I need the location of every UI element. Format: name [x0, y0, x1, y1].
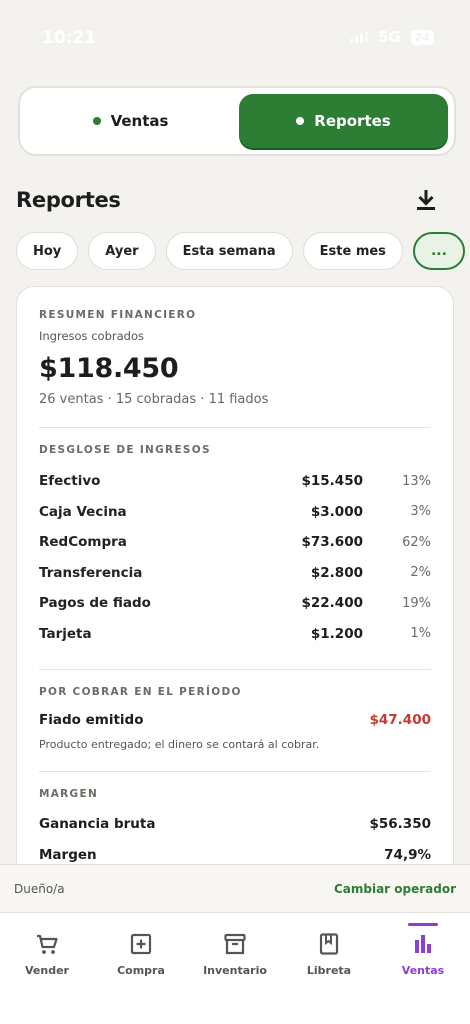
- margen-row-name: Ganancia bruta: [39, 815, 156, 832]
- bar-chart-icon: [415, 935, 431, 953]
- margen-row-value: 74,9%: [384, 846, 431, 863]
- desglose-row: Caja Vecina $3.000 3%: [39, 497, 431, 528]
- resumen-label: RESUMEN FINANCIERO: [39, 309, 197, 321]
- bottom-tab-bar: Vender Compra Inventario Libreta Ventas: [0, 912, 470, 1024]
- tab-label: Libreta: [306, 964, 352, 977]
- row-pct: 1%: [410, 626, 431, 642]
- tab-ventas[interactable]: Ventas: [376, 913, 470, 1024]
- mode-switcher: Ventas Reportes: [18, 86, 456, 156]
- header: Reportes: [16, 182, 440, 218]
- resumen-total: $118.450: [39, 353, 179, 384]
- margen-row-value: $56.350: [369, 815, 432, 832]
- archive-box-icon: [224, 933, 246, 955]
- row-amount: $2.800: [310, 564, 363, 581]
- row-amount: $1.200: [310, 625, 363, 642]
- chip-more[interactable]: ...: [412, 232, 465, 270]
- plus-square-icon: [130, 933, 152, 955]
- fiado-note: Producto entregado; el dinero se contará…: [39, 738, 320, 751]
- divider: [39, 669, 431, 670]
- download-icon[interactable]: [412, 186, 440, 214]
- row-name: Tarjeta: [39, 625, 92, 642]
- row-amount: $3.000: [310, 503, 363, 520]
- change-operator-button[interactable]: Cambiar operador: [334, 882, 456, 896]
- chip-este-mes[interactable]: Este mes: [302, 232, 403, 270]
- resumen-sub: Ingresos cobrados: [39, 329, 144, 343]
- divider: [39, 427, 431, 428]
- status-bar: 10:21 5G 24: [0, 0, 470, 78]
- tab-inventario[interactable]: Inventario: [188, 913, 282, 1024]
- signal-icon: [349, 31, 368, 43]
- row-name: Caja Vecina: [39, 503, 127, 520]
- tab-libreta[interactable]: Libreta: [282, 913, 376, 1024]
- reportes-tab[interactable]: Reportes: [239, 94, 448, 148]
- ventas-tab[interactable]: Ventas: [26, 94, 235, 148]
- resumen-meta: 26 ventas · 15 cobradas · 11 fiados: [39, 392, 269, 407]
- status-dot-icon: [92, 117, 101, 125]
- tab-label: Vender: [25, 964, 69, 977]
- row-amount: $15.450: [301, 473, 364, 490]
- desglose-list: Efectivo $15.450 13% Caja Vecina $3.000 …: [39, 466, 431, 649]
- reportes-tab-label: Reportes: [314, 112, 391, 130]
- desglose-row: RedCompra $73.600 62%: [39, 527, 431, 558]
- desglose-row: Efectivo $15.450 13%: [39, 466, 431, 497]
- network-label: 5G: [377, 28, 401, 46]
- divider: [39, 771, 431, 772]
- status-dot-icon: [296, 117, 305, 125]
- tab-vender[interactable]: Vender: [0, 913, 94, 1024]
- row-pct: 3%: [410, 504, 431, 520]
- row-pct: 19%: [402, 595, 431, 611]
- fiado-name: Fiado emitido: [39, 712, 144, 728]
- row-name: Pagos de fiado: [39, 595, 151, 612]
- status-icons: 5G 24: [349, 28, 434, 46]
- margen-label: MARGEN: [39, 788, 99, 800]
- margen-row-name: Margen: [39, 846, 97, 863]
- operator-role: Dueño/a: [14, 881, 65, 896]
- page-title: Reportes: [16, 188, 121, 212]
- row-name: Transferencia: [39, 564, 143, 581]
- book-icon: [319, 933, 339, 955]
- chip-esta-semana[interactable]: Esta semana: [165, 232, 293, 270]
- chip-hoy[interactable]: Hoy: [16, 232, 79, 270]
- desglose-label: DESGLOSE DE INGRESOS: [39, 444, 211, 456]
- report-card: RESUMEN FINANCIERO Ingresos cobrados $11…: [16, 286, 454, 886]
- tab-compra[interactable]: Compra: [94, 913, 188, 1024]
- tab-label: Compra: [117, 964, 165, 977]
- chip-ayer[interactable]: Ayer: [88, 232, 156, 270]
- period-filter-chips: Hoy Ayer Esta semana Este mes ...: [16, 232, 465, 270]
- row-pct: 62%: [402, 534, 431, 550]
- row-amount: $73.600: [301, 534, 364, 551]
- fiado-amount: $47.400: [369, 712, 432, 728]
- battery-icon: 24: [410, 29, 434, 45]
- row-pct: 13%: [402, 473, 431, 489]
- fiado-row: Fiado emitido $47.400: [39, 712, 431, 728]
- ventas-tab-label: Ventas: [110, 112, 169, 130]
- tab-label: Inventario: [203, 964, 267, 977]
- row-name: RedCompra: [39, 534, 127, 551]
- operator-bar: Dueño/a Cambiar operador: [0, 864, 470, 912]
- desglose-row: Transferencia $2.800 2%: [39, 558, 431, 589]
- margen-list: Ganancia bruta $56.350 Margen 74,9%: [39, 808, 431, 870]
- por-cobrar-label: POR COBRAR EN EL PERÍODO: [39, 686, 242, 698]
- row-amount: $22.400: [301, 595, 364, 612]
- margen-row: Ganancia bruta $56.350: [39, 808, 431, 839]
- row-pct: 2%: [410, 565, 431, 581]
- cart-icon: [37, 934, 58, 954]
- row-name: Efectivo: [39, 473, 101, 490]
- desglose-row: Pagos de fiado $22.400 19%: [39, 588, 431, 619]
- status-time: 10:21: [42, 28, 97, 48]
- tab-label: Ventas: [401, 964, 445, 977]
- desglose-row: Tarjeta $1.200 1%: [39, 619, 431, 650]
